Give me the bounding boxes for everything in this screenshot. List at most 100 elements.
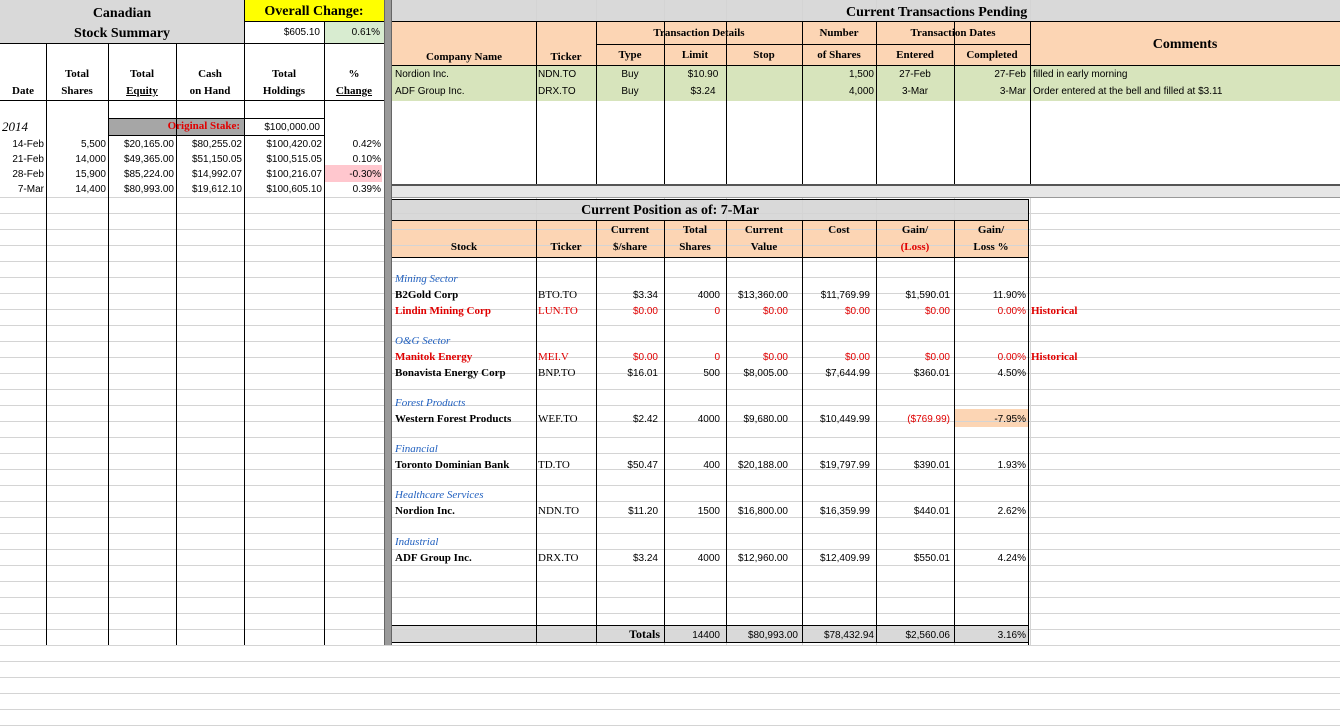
position-col-border: [802, 221, 803, 643]
sector-label: Forest Products: [395, 397, 466, 409]
pending-col-border: [726, 22, 727, 184]
stock-name: Western Forest Products: [395, 413, 512, 425]
stock-name: Nordion Inc.: [395, 505, 455, 517]
pending-col-border: [596, 22, 597, 184]
summary-equity: $85,224.00: [123, 169, 174, 180]
summary-title-line1: Canadian: [92, 6, 152, 21]
spreadsheet: Canadian Stock Summary Overall Change: $…: [0, 0, 1340, 726]
pending-title-bottom: [392, 21, 1340, 22]
stock-gain: $0.00: [924, 352, 950, 363]
stock-price: $0.00: [632, 352, 658, 363]
pending-limit: $10.90: [687, 69, 719, 80]
stock-ticker: TD.TO: [538, 459, 570, 471]
overall-box-mid: [244, 21, 384, 22]
summary-pct: 0.39%: [352, 184, 381, 195]
stock-shares: 0: [714, 352, 720, 363]
pending-shares: 1,500: [848, 69, 874, 80]
pending-col-border: [954, 22, 955, 184]
gridline-h: [0, 613, 1340, 614]
header-total-shares-2: Shares: [61, 85, 93, 97]
stock-gain: $440.01: [913, 506, 950, 517]
stock-shares: 1500: [697, 506, 720, 517]
summary-shares: 15,900: [75, 169, 106, 180]
position-header-stock: Stock: [450, 241, 478, 253]
gridline-h: [0, 437, 1340, 438]
stock-pct: 4.24%: [997, 553, 1026, 564]
gridline-h: [0, 597, 1340, 598]
pending-header-type: Type: [618, 49, 642, 61]
position-header-gain-1: Gain/: [901, 224, 929, 236]
pending-col-border: [876, 22, 877, 184]
stock-value: $0.00: [762, 352, 788, 363]
position-col-border: [664, 221, 665, 643]
totals-label: Totals: [629, 627, 660, 641]
summary-cash: $19,612.10: [191, 184, 242, 195]
pending-type: Buy: [621, 86, 639, 97]
summary-shares: 5,500: [80, 139, 106, 150]
pending-col-border: [536, 22, 537, 184]
stock-cost: $11,769.99: [820, 290, 870, 301]
stock-pct: 0.00%: [997, 352, 1026, 363]
original-stake-bottom: [108, 135, 324, 136]
pending-col-border: [802, 22, 803, 184]
pending-entered: 3-Mar: [901, 86, 929, 97]
position-right-border: [1028, 199, 1029, 645]
stock-price: $11.20: [628, 506, 658, 517]
gridline-h: [0, 533, 1340, 534]
pending-comment: Order entered at the bell and filled at …: [1033, 86, 1223, 97]
stock-ticker: DRX.TO: [538, 552, 579, 564]
summary-cash: $14,992.07: [191, 169, 242, 180]
summary-col-border-1: [46, 44, 47, 645]
position-header-price-2: $/share: [612, 241, 648, 253]
position-header-cost: Cost: [828, 224, 850, 236]
pending-group-details: Transaction Details: [653, 27, 745, 39]
stock-ticker: LUN.TO: [538, 305, 578, 317]
pending-company: ADF Group Inc.: [395, 86, 465, 97]
position-header-shares-1: Total: [682, 224, 708, 236]
pending-group-dates: Transaction Dates: [910, 27, 996, 39]
position-col-border: [726, 221, 727, 643]
sector-label: Healthcare Services: [395, 489, 484, 501]
stock-shares: 4000: [697, 290, 720, 301]
gridline-h: [0, 501, 1340, 502]
stock-pct: 4.50%: [997, 368, 1026, 379]
stock-cost: $10,449.99: [819, 414, 870, 425]
original-stake-label: Original Stake:: [167, 120, 240, 132]
position-col-border: [536, 221, 537, 643]
summary-equity: $20,165.00: [123, 139, 174, 150]
original-stake-value: $100,000.00: [264, 122, 320, 133]
stock-gain: ($769.99): [907, 414, 950, 425]
position-col-border: [876, 221, 877, 643]
gridline-h: [0, 277, 1340, 278]
stock-ticker: BNP.TO: [538, 367, 576, 379]
position-header-value-2: Value: [750, 241, 778, 253]
stock-ticker: MEI.V: [538, 351, 569, 363]
position-header-bottom: [392, 257, 1028, 258]
header-date: Date: [12, 85, 34, 97]
year-label: 2014: [2, 119, 28, 134]
gridline-h: [0, 389, 1340, 390]
stock-pct: 0.00%: [997, 306, 1026, 317]
overall-change-label: Overall Change:: [264, 4, 364, 19]
header-pct-2: Change: [335, 85, 373, 97]
summary-header-bottom: [0, 100, 384, 101]
header-holdings-2: Holdings: [262, 85, 306, 97]
frozen-row-divider: [392, 184, 1340, 198]
position-title-bottom: [392, 220, 1028, 221]
gridline-h: [0, 549, 1340, 550]
gridline-h: [0, 677, 1340, 678]
summary-shares: 14,400: [75, 184, 106, 195]
stock-ticker: NDN.TO: [538, 505, 580, 517]
summary-equity: $80,993.00: [123, 184, 174, 195]
stock-name: Lindin Mining Corp: [395, 305, 491, 317]
stock-cost: $12,409.99: [819, 553, 870, 564]
pending-completed: 27-Feb: [994, 69, 1026, 80]
gridline-h: [0, 485, 1340, 486]
stock-shares: 400: [703, 460, 720, 471]
stock-value: $9,680.00: [743, 414, 789, 425]
summary-pct: 0.10%: [352, 154, 381, 165]
position-header-price-1: Current: [610, 224, 650, 236]
stock-name: Bonavista Energy Corp: [395, 367, 506, 379]
gridline-h: [0, 645, 1340, 646]
pending-limit: $3.24: [690, 86, 716, 97]
